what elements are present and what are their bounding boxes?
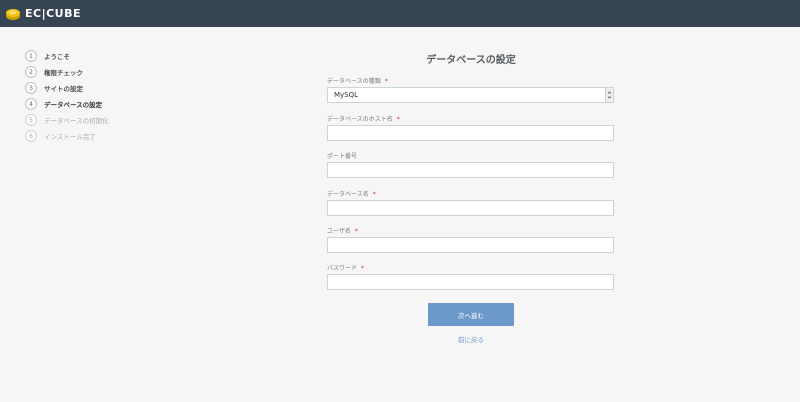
step-number: 6 (25, 130, 37, 142)
cube-logo-icon (6, 9, 20, 20)
required-mark: * (396, 116, 400, 123)
step-database-settings: 4 データベースの設定 (25, 96, 109, 112)
step-install-complete: 6 インストール完了 (25, 128, 109, 144)
db-pass-input[interactable] (327, 274, 614, 290)
chevron-down-icon[interactable] (605, 88, 613, 102)
step-label: データベースの初期化 (44, 117, 109, 125)
required-mark: * (384, 78, 388, 85)
step-label: ようこそ (44, 53, 70, 61)
back-link[interactable]: 前に戻る (428, 334, 514, 344)
db-pass-label: パスワード * (327, 263, 364, 272)
step-label: サイトの設定 (44, 85, 83, 93)
db-user-label: ユーザ名 * (327, 226, 358, 235)
db-host-label: データベースのホスト名 * (327, 114, 400, 123)
logo: EC|CUBE (5, 6, 81, 22)
db-type-value: MySQL (334, 91, 359, 99)
required-mark: * (372, 191, 376, 198)
db-user-label-text: ユーザ名 (327, 228, 351, 235)
step-number: 1 (25, 50, 37, 62)
db-port-label: ポート番号 (327, 151, 357, 160)
step-permission-check: 2 権限チェック (25, 64, 109, 80)
step-database-init: 5 データベースの初期化 (25, 112, 109, 128)
db-user-input[interactable] (327, 237, 614, 253)
db-type-select[interactable]: MySQL (327, 87, 614, 103)
db-port-input[interactable] (327, 162, 614, 178)
db-port-label-text: ポート番号 (327, 153, 358, 160)
step-number: 5 (25, 114, 37, 126)
step-label: 権限チェック (44, 69, 83, 77)
required-mark: * (361, 265, 365, 272)
next-button[interactable]: 次へ進む (428, 303, 514, 326)
required-mark: * (354, 228, 358, 235)
step-label: データベースの設定 (44, 101, 103, 109)
logo-text: EC|CUBE (25, 7, 82, 20)
top-bar: EC|CUBE (0, 0, 800, 27)
db-pass-label-text: パスワード (327, 265, 358, 272)
step-site-settings: 3 サイトの設定 (25, 80, 109, 96)
install-steps: 1 ようこそ 2 権限チェック 3 サイトの設定 4 データベースの設定 5 デ… (25, 48, 109, 144)
step-number: 2 (25, 66, 37, 78)
db-name-input[interactable] (327, 200, 614, 216)
step-welcome: 1 ようこそ (25, 48, 109, 64)
db-type-label-text: データベースの種類 (327, 78, 381, 85)
step-label: インストール完了 (44, 133, 96, 141)
db-type-label: データベースの種類 * (327, 76, 388, 85)
step-number: 3 (25, 82, 37, 94)
db-host-input[interactable] (327, 125, 614, 141)
page-title: データベースの設定 (426, 55, 516, 66)
step-number: 4 (25, 98, 37, 110)
db-name-label-text: データベース名 (327, 191, 369, 198)
db-host-label-text: データベースのホスト名 (327, 116, 393, 123)
db-name-label: データベース名 * (327, 189, 376, 198)
